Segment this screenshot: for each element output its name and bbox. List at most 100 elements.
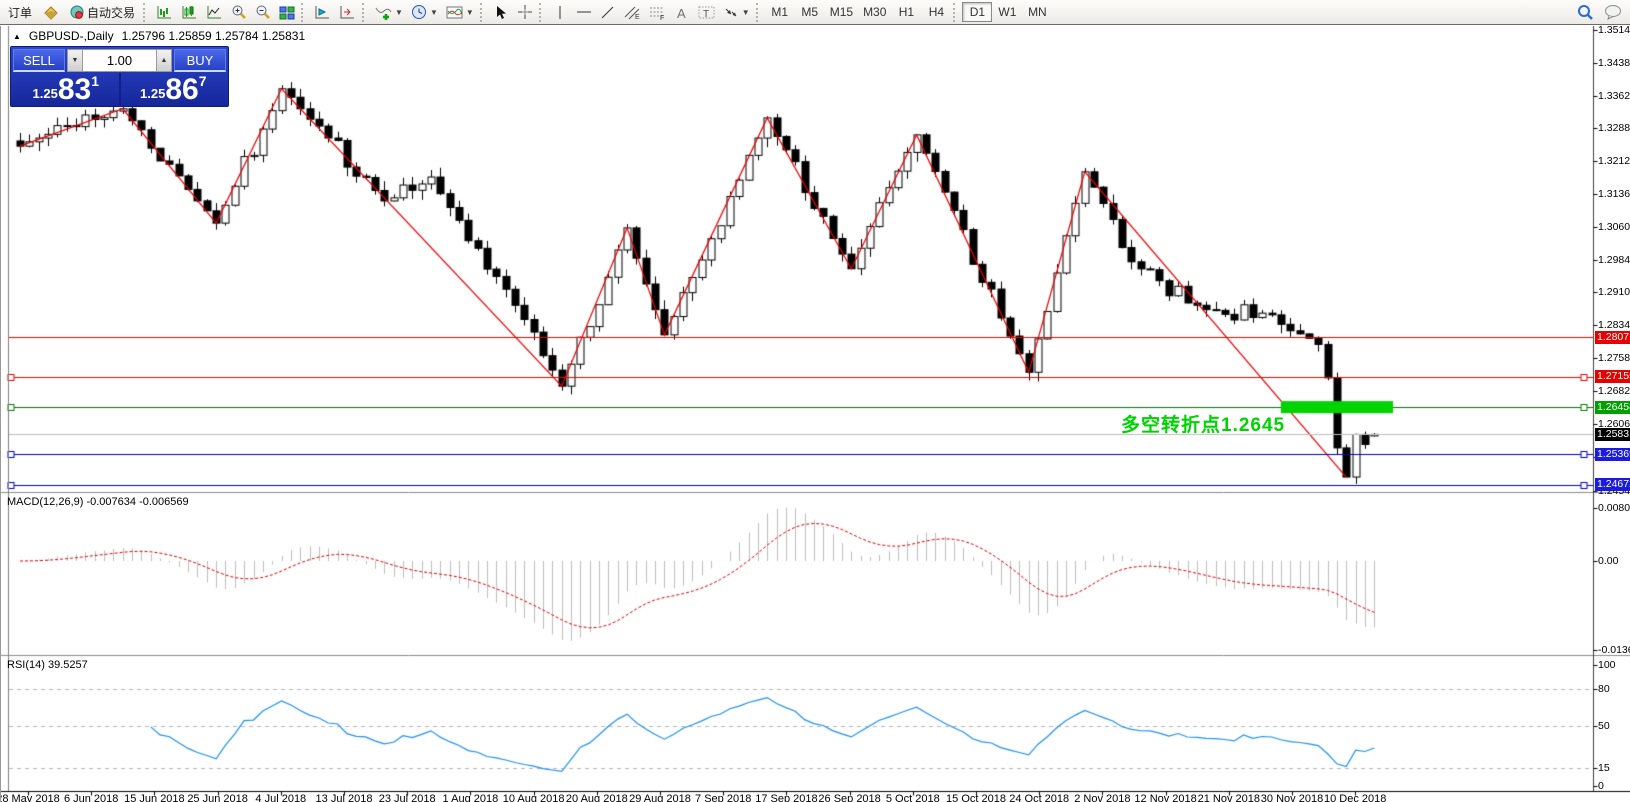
bar-chart-button[interactable] [152,2,177,23]
time-axis-label: 30 Nov 2018 [1261,793,1323,802]
volume-decrease-button[interactable]: ▼ [67,49,83,72]
new-order-button[interactable]: 订单 [2,2,38,23]
price-line-label: 1.24672 [1595,478,1630,491]
timeframe-button-H1[interactable]: H1 [891,2,921,22]
periods-button[interactable]: ▼ [407,2,442,23]
dropdown-caret-icon: ▼ [742,8,750,17]
gold-tag-icon [42,5,59,20]
volume-input[interactable] [83,49,156,72]
price-tick-label: 1.30600 [1598,221,1630,233]
toolbar-separator [301,3,308,22]
price-line-label: 1.27155 [1595,370,1630,383]
horizontal-line-button[interactable] [572,2,596,23]
candlestick-chart-button[interactable] [177,2,202,23]
svg-text:E: E [635,14,640,20]
timeframe-button-M15[interactable]: M15 [825,2,858,22]
toolbar-separator [143,3,150,22]
trend-line-button[interactable] [596,2,620,23]
timeframe-button-M5[interactable]: M5 [795,2,825,22]
zoom-in-button[interactable] [227,2,251,23]
add-indicator-icon [375,5,392,20]
auto-scroll-button[interactable] [335,2,360,23]
toolbar-separator [953,3,960,22]
macd-axis-label: -0.0136 [1598,644,1630,656]
sell-button[interactable]: SELL [13,49,65,72]
timeframe-button-H4[interactable]: H4 [921,2,951,22]
time-axis-label: 21 Nov 2018 [1198,793,1260,802]
tile-windows-button[interactable] [275,2,299,23]
timeframe-button-D1[interactable]: D1 [962,2,992,22]
buy-price-display[interactable]: 1.25 86 7 [121,73,227,105]
line-chart-icon [206,5,223,20]
time-axis-label: 2 Nov 2018 [1074,793,1130,802]
volume-increase-button[interactable]: ▲ [156,49,172,72]
pivot-annotation-text: 多空转折点1.2645 [1121,410,1285,437]
arrows-button[interactable]: ▼ [719,2,754,23]
new-order-label: 订单 [8,4,32,21]
text-icon: A [675,5,689,20]
zoom-in-icon [231,4,247,20]
time-axis-label: 4 Jul 2018 [255,793,306,802]
chart-title-row: ▲ GBPUSD-,Daily 1.25796 1.25859 1.25784 … [13,29,305,43]
timeframe-button-W1[interactable]: W1 [992,2,1022,22]
price-tick-label: 1.35140 [1598,26,1630,36]
price-tick-label: 1.31360 [1598,188,1630,200]
price-tick-label: 1.29840 [1598,254,1630,266]
one-click-trade-panel: SELL ▼ ▲ BUY 1.25 83 1 1.25 86 7 [10,46,229,107]
chat-icon[interactable] [1604,4,1622,20]
candlestick-chart-icon [181,5,198,20]
chart-window: ▲ GBPUSD-,Daily 1.25796 1.25859 1.25784 … [0,26,1630,802]
toolbar-separator [480,3,487,22]
equidistant-channel-icon: E [624,5,641,20]
zoom-out-icon [255,4,271,20]
template-icon [446,5,463,20]
timeframe-button-M30[interactable]: M30 [858,2,891,22]
time-axis-label: 23 Jul 2018 [379,793,436,802]
zoom-out-button[interactable] [251,2,275,23]
chart-canvas[interactable] [1,26,1630,802]
time-axis-label: 10 Dec 2018 [1324,793,1386,802]
text-button[interactable]: A [670,2,694,23]
quotes-button[interactable] [38,2,63,23]
rsi-axis-label: 80 [1598,683,1630,695]
symbol-period-label: GBPUSD-,Daily [29,29,114,43]
crosshair-button[interactable] [513,2,537,23]
cursor-button[interactable] [489,2,513,23]
time-axis-label: 28 May 2018 [0,793,60,802]
trend-line-icon [600,5,615,20]
macd-axis-label: 0.00 [1598,555,1630,567]
macd-axis-label: 0.00809 [1598,502,1630,514]
text-label-button[interactable]: T [694,2,719,23]
svg-text:F: F [660,15,664,20]
timeframe-button-MN[interactable]: MN [1022,2,1052,22]
collapse-panel-icon[interactable]: ▲ [13,32,21,41]
search-icon[interactable] [1577,4,1594,21]
chart-shift-button[interactable] [310,2,335,23]
buy-price-small: 1.25 [140,86,165,101]
vertical-line-button[interactable] [548,2,572,23]
autotrade-button[interactable]: 自动交易 [63,2,141,23]
sell-price-display[interactable]: 1.25 83 1 [13,73,119,105]
time-axis-label: 13 Jul 2018 [316,793,373,802]
buy-button[interactable]: BUY [174,49,226,72]
price-tick-label: 1.32880 [1598,122,1630,134]
rsi-axis-label: 15 [1598,762,1630,774]
time-axis-label: 6 Jun 2018 [64,793,118,802]
crosshair-icon [517,4,533,20]
fibonacci-button[interactable]: F [645,2,670,23]
time-axis-label: 7 Sep 2018 [695,793,751,802]
price-tick-label: 1.28340 [1598,319,1630,331]
chart-shift-icon [314,5,331,20]
arrows-icon [723,5,739,20]
line-chart-button[interactable] [202,2,227,23]
time-axis-label: 1 Aug 2018 [443,793,499,802]
horizontal-line-icon [576,5,592,19]
buy-price-pip: 7 [199,73,207,89]
equidistant-channel-button[interactable]: E [620,2,645,23]
time-axis-label: 26 Sep 2018 [818,793,880,802]
templates-button[interactable]: ▼ [442,2,478,23]
dropdown-caret-icon: ▼ [395,8,403,17]
indicators-button[interactable]: ▼ [371,2,407,23]
timeframe-button-M1[interactable]: M1 [765,2,795,22]
dropdown-caret-icon: ▼ [430,8,438,17]
